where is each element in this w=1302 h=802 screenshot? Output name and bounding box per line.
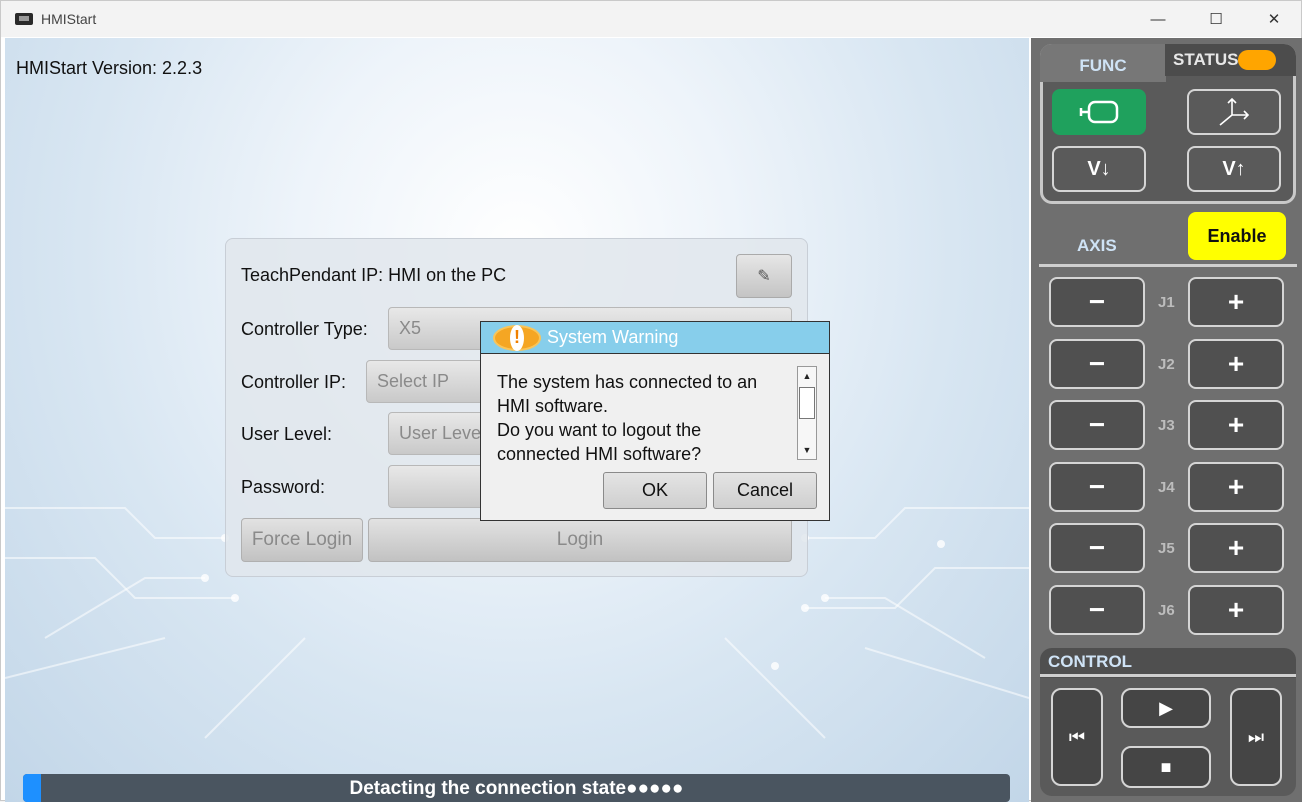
j2-plus-button[interactable]: + — [1188, 339, 1284, 389]
title-bar: HMIStart — ☐ ✕ — [1, 1, 1301, 37]
minimize-icon[interactable]: — — [1129, 1, 1187, 37]
warning-icon: ! — [495, 324, 539, 351]
window-title: HMIStart — [41, 11, 97, 27]
controller-type-label: Controller Type: — [241, 319, 368, 339]
version-label: HMIStart Version: 2.2.3 — [16, 58, 203, 78]
cancel-button[interactable]: Cancel — [713, 472, 817, 509]
velocity-up-button[interactable]: V↑ — [1187, 146, 1281, 192]
password-label: Password: — [241, 477, 326, 497]
axis-label: AXIS — [1077, 236, 1117, 255]
j3-label: J3 — [1158, 417, 1175, 434]
login-button[interactable]: Login — [368, 518, 792, 562]
skip-forward-icon: ⏭ — [1247, 726, 1265, 747]
axis-divider — [1039, 264, 1297, 267]
edit-icon: ✎ — [757, 268, 771, 285]
j1-minus-button[interactable]: − — [1049, 277, 1145, 327]
coordinate-button[interactable] — [1187, 89, 1281, 135]
app-window: HMIStart — ☐ ✕ HMIStart Version: 2.2.3 T… — [0, 0, 1302, 802]
tool-icon — [1079, 100, 1119, 124]
j5-plus-button[interactable]: + — [1188, 523, 1284, 573]
controller-ip-label: Controller IP: — [241, 372, 347, 392]
play-button[interactable]: ▶ — [1121, 688, 1211, 728]
j4-minus-button[interactable]: − — [1049, 462, 1145, 512]
j4-plus-button[interactable]: + — [1188, 462, 1284, 512]
j3-plus-button[interactable]: + — [1188, 400, 1284, 450]
maximize-icon[interactable]: ☐ — [1187, 1, 1245, 37]
j5-minus-button[interactable]: − — [1049, 523, 1145, 573]
next-step-button[interactable]: ⏭ — [1230, 688, 1282, 786]
user-level-label: User Level: — [241, 424, 333, 444]
play-icon: ▶ — [1159, 697, 1173, 718]
teach-pendant-label: TeachPendant IP: HMI on the PC — [241, 265, 507, 285]
edit-button[interactable]: ✎ — [736, 254, 792, 298]
scroll-up-icon[interactable]: ▲ — [798, 367, 816, 385]
system-warning-dialog: ! System Warning The system has connecte… — [480, 321, 830, 521]
stop-button[interactable]: ■ — [1121, 746, 1211, 788]
func-tab[interactable]: FUNC — [1040, 44, 1166, 82]
status-tab: STATUS — [1165, 44, 1296, 76]
j6-plus-button[interactable]: + — [1188, 585, 1284, 635]
stop-icon: ■ — [1160, 756, 1172, 777]
dialog-scrollbar[interactable]: ▲ ▼ — [797, 366, 817, 460]
j4-label: J4 — [1158, 479, 1175, 496]
skip-back-icon: ⏮ — [1068, 726, 1086, 747]
tool-frame-button[interactable] — [1052, 89, 1146, 135]
j3-minus-button[interactable]: − — [1049, 400, 1145, 450]
j6-minus-button[interactable]: − — [1049, 585, 1145, 635]
previous-step-button[interactable]: ⏮ — [1051, 688, 1103, 786]
j1-label: J1 — [1158, 294, 1175, 311]
app-icon — [15, 13, 33, 25]
j2-label: J2 — [1158, 356, 1175, 373]
force-login-button[interactable]: Force Login — [241, 518, 363, 562]
scroll-down-icon[interactable]: ▼ — [798, 441, 816, 459]
ok-button[interactable]: OK — [603, 472, 707, 509]
scroll-thumb[interactable] — [799, 387, 815, 419]
dialog-title: System Warning — [547, 327, 679, 347]
dialog-message: The system has connected to an HMI softw… — [497, 372, 758, 464]
j2-minus-button[interactable]: − — [1049, 339, 1145, 389]
connection-status-bar: Detacting the connection state●●●●● — [23, 774, 1010, 802]
control-divider — [1040, 674, 1296, 677]
dialog-title-bar: ! System Warning — [481, 322, 829, 354]
j1-plus-button[interactable]: + — [1188, 277, 1284, 327]
j6-label: J6 — [1158, 602, 1175, 619]
close-icon[interactable]: ✕ — [1245, 1, 1302, 37]
connection-status-text: Detacting the connection state●●●●● — [349, 778, 684, 799]
axes-icon — [1219, 97, 1250, 126]
status-indicator — [1238, 50, 1276, 70]
velocity-down-button[interactable]: V↓ — [1052, 146, 1146, 192]
control-side-panel: FUNC STATUS V↓ V↑ AXIS Enable − J1 + − J… — [1031, 38, 1302, 802]
status-label: STATUS — [1173, 50, 1239, 69]
j5-label: J5 — [1158, 540, 1175, 557]
enable-button[interactable]: Enable — [1188, 212, 1286, 260]
